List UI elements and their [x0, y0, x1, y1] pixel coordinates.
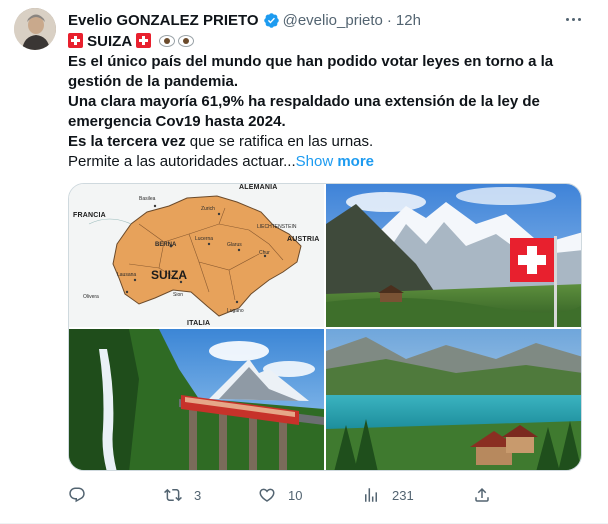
map-city-lausana: Lausana — [117, 272, 137, 278]
map-label-suiza: SUIZA — [151, 268, 187, 282]
truncated-text: Permite a las autoridades actuar... — [68, 153, 296, 170]
map-label-italia: ITALIA — [187, 320, 211, 327]
media-image-mountain-flag[interactable] — [326, 184, 581, 327]
map-city-basilea: Basilea — [139, 196, 156, 202]
media-image-map[interactable]: ALEMANIA FRANCIA AUSTRIA LIECHTENSTEIN I… — [69, 184, 324, 327]
map-city-zurich: Zurich — [201, 206, 215, 212]
tweet-header: Evelio GONZALEZ PRIETO @evelio_prieto · … — [68, 10, 421, 30]
eye-emoji — [158, 35, 175, 47]
text-line-5-rest: que se ratifica en las urnas. — [185, 133, 374, 150]
hashtag-suiza: SUIZA — [87, 33, 133, 50]
like-count: 10 — [288, 487, 303, 503]
separator-dot: · — [386, 11, 392, 29]
views-count: 231 — [392, 487, 414, 503]
map-city-chur: Chur — [259, 250, 270, 256]
map-city-lugano: Lugano — [227, 308, 244, 314]
text-line-2: gestión de la pandemia. — [68, 73, 239, 90]
share-button[interactable] — [473, 484, 491, 506]
text-line-3: Una clara mayoría 61,9% ha respaldado un… — [68, 93, 540, 110]
retweet-button[interactable]: 3 — [164, 484, 201, 506]
timestamp[interactable]: 12h — [396, 12, 421, 29]
map-label-liechtenstein: LIECHTENSTEIN — [257, 224, 297, 230]
show-word: Show — [295, 153, 334, 170]
media-grid: ALEMANIA FRANCIA AUSTRIA LIECHTENSTEIN I… — [68, 183, 582, 471]
map-label-alemania: ALEMANIA — [239, 184, 278, 191]
media-image-lake[interactable] — [326, 329, 581, 470]
reply-icon — [69, 487, 85, 503]
map-city-sion: Sion — [173, 292, 184, 298]
avatar[interactable] — [14, 8, 56, 50]
author-handle[interactable]: @evelio_prieto — [283, 12, 383, 29]
map-label-francia: FRANCIA — [73, 212, 106, 219]
text-line-6: Permite a las autoridades actuar...Show … — [68, 152, 588, 172]
reply-button[interactable] — [68, 484, 98, 506]
map-label-berna: BERNA — [155, 242, 177, 248]
map-city-glarus: Glarus — [227, 242, 242, 248]
tweet-text: SUIZA Es el único país del mundo que han… — [68, 32, 588, 172]
views-button[interactable]: 231 — [362, 484, 414, 506]
like-icon — [259, 488, 275, 502]
show-more-link[interactable]: Show more — [296, 153, 374, 170]
tweet[interactable]: Evelio GONZALEZ PRIETO @evelio_prieto · … — [0, 0, 608, 524]
map-city-olivera: Olivera — [83, 294, 99, 300]
eye-emoji — [177, 35, 194, 47]
tweet-actions: 3 10 231 — [68, 484, 508, 506]
views-icon — [365, 488, 377, 502]
more-options-icon[interactable] — [560, 8, 586, 30]
text-line-1: Es el único país del mundo que han podid… — [68, 53, 554, 70]
media-image-train[interactable] — [69, 329, 324, 470]
text-line-4: emergencia Cov19 hasta 2024. — [68, 113, 286, 130]
share-icon — [475, 487, 489, 502]
retweet-icon — [164, 488, 182, 502]
text-line-5-bold: Es la tercera vez — [68, 133, 186, 150]
swiss-flag-emoji — [136, 33, 152, 48]
author-name[interactable]: Evelio GONZALEZ PRIETO — [68, 12, 259, 29]
verified-badge-icon — [263, 12, 280, 29]
swiss-flag-emoji — [68, 33, 83, 48]
retweet-count: 3 — [194, 487, 202, 503]
more-word: more — [337, 153, 375, 170]
like-button[interactable]: 10 — [258, 484, 302, 506]
map-city-lucerna: Lucerna — [195, 236, 214, 242]
tag-line: SUIZA — [68, 32, 588, 52]
map-label-austria: AUSTRIA — [287, 236, 320, 243]
text-line-5: Es la tercera vez que se ratifica en las… — [68, 132, 588, 152]
